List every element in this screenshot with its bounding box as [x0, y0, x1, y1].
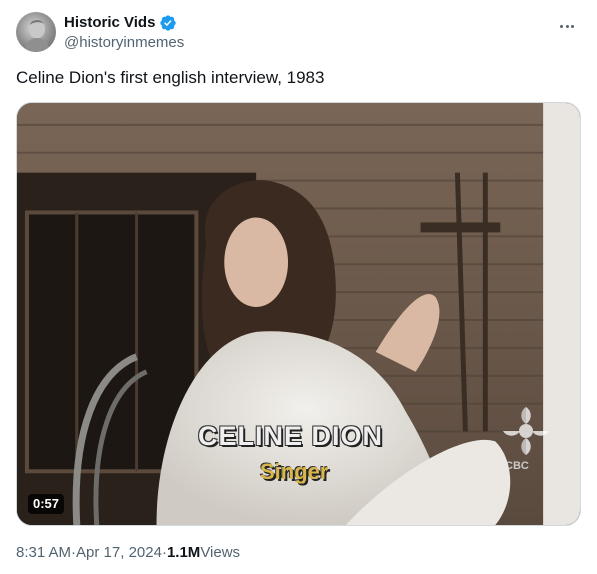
author-handle[interactable]: @historyinmemes [64, 33, 184, 53]
avatar[interactable] [16, 12, 56, 52]
cbc-watermark: CBC [505, 460, 529, 472]
views-count: 1.1M [166, 544, 201, 561]
video-player[interactable]: CBC CELINE DION Singer 0:57 [16, 102, 581, 526]
tweet-header: Historic Vids @historyinmemes [16, 12, 581, 56]
verified-badge-icon [160, 15, 177, 31]
more-options-button[interactable] [555, 16, 579, 36]
views-label: Views [200, 544, 241, 561]
tweet-date[interactable]: Apr 17, 2024 [76, 543, 162, 563]
video-caption-name: CELINE DION [198, 421, 384, 451]
author-display-name[interactable]: Historic Vids [64, 13, 155, 33]
video-duration-badge: 0:57 [28, 494, 65, 514]
more-dots-icon [560, 24, 564, 28]
tweet-meta: 8:31 AM · Apr 17, 2024 · 1.1M Views [16, 543, 240, 563]
tweet-time[interactable]: 8:31 AM [16, 543, 71, 563]
cbc-logo-icon [503, 407, 549, 455]
tweet-text: Celine Dion's first english interview, 1… [16, 68, 325, 87]
bust-portrait-icon [24, 19, 50, 52]
video-caption-role: Singer [260, 459, 329, 484]
